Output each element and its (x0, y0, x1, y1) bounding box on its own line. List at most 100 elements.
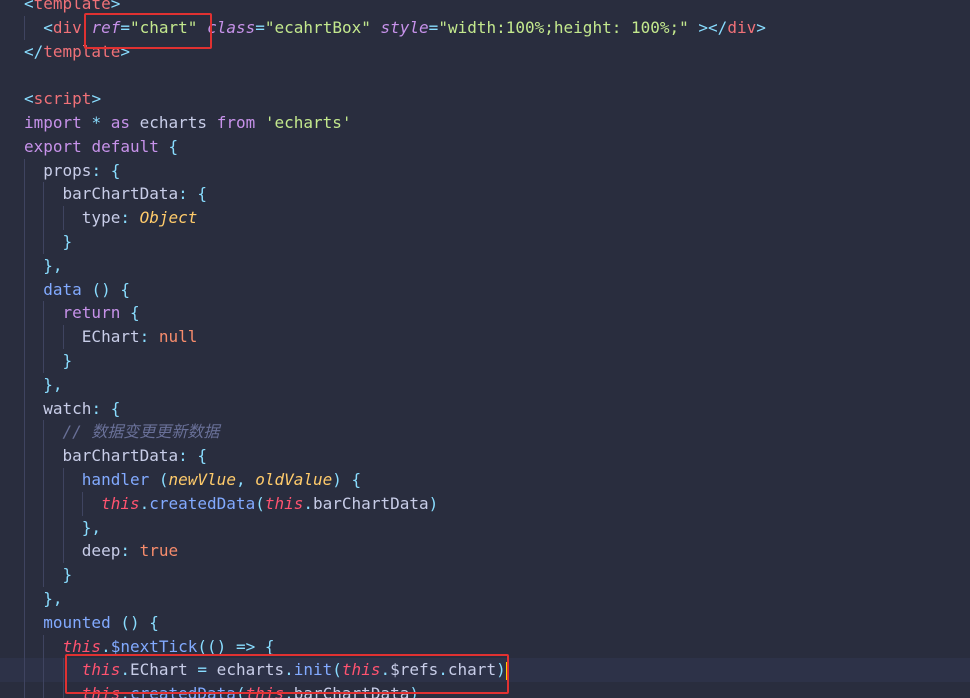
code-token: Object (139, 208, 198, 228)
code-line-content: } (0, 232, 73, 251)
code-line-content: watch: { (0, 399, 120, 418)
code-line[interactable]: // 数据变更更新数据 (0, 420, 970, 445)
code-editor[interactable]: <template> <div ref="chart" class="ecahr… (0, 0, 970, 698)
code-line-content: <div ref="chart" class="ecahrtBox" style… (0, 18, 766, 37)
code-token: ref (91, 17, 121, 37)
code-token: template (43, 41, 121, 61)
code-line-content: import * as echarts from 'echarts' (0, 113, 352, 132)
code-line[interactable]: props: { (0, 158, 970, 183)
code-token: this (341, 660, 381, 680)
code-token: barChartData (293, 684, 410, 698)
code-line[interactable]: type: Object (0, 206, 970, 230)
code-token: import (24, 112, 82, 132)
code-line[interactable]: }, (0, 253, 970, 278)
code-line-content: </template> (0, 42, 130, 61)
code-token: : (120, 541, 140, 561)
code-line-content: data () { (0, 280, 130, 299)
code-token: createdData (149, 493, 256, 513)
code-token: . (284, 660, 294, 680)
code-line-content: this.createdData(this.barChartData) (0, 684, 419, 698)
code-token: </ (24, 41, 44, 61)
code-line-content: }, (0, 375, 62, 394)
code-token: (() (197, 636, 236, 656)
code-token: : { (178, 446, 208, 466)
code-token: chart (447, 660, 497, 680)
code-token: "width:100%;height: 100%;" (438, 17, 689, 37)
code-line[interactable]: <script> (0, 87, 970, 111)
code-token: as (110, 112, 130, 132)
code-line[interactable]: <div ref="chart" class="ecahrtBox" style… (0, 15, 970, 40)
code-token: () { (91, 279, 130, 299)
code-token: script (33, 89, 92, 109)
code-token: newVlue (168, 469, 236, 489)
code-line[interactable]: </template> (0, 40, 970, 64)
code-token: barChartData (313, 493, 429, 513)
code-line[interactable] (0, 63, 970, 87)
code-line[interactable]: } (0, 348, 970, 373)
code-line[interactable]: }, (0, 586, 970, 611)
code-line-content (0, 65, 24, 84)
code-token: }, (43, 588, 63, 608)
code-token: "chart" (130, 17, 198, 37)
code-line[interactable]: EChart: null (0, 325, 970, 349)
code-line[interactable]: }, (0, 515, 970, 540)
code-line[interactable]: barChartData: { (0, 444, 970, 468)
code-token: . (438, 660, 448, 680)
code-token: "ecahrtBox" (264, 17, 371, 37)
code-line[interactable]: mounted () { (0, 610, 970, 635)
code-token: : { (178, 184, 208, 204)
code-line[interactable]: this.createdData(this.barChartData) (0, 682, 970, 698)
code-token: this (101, 493, 140, 513)
code-line[interactable]: handler (newVlue, oldValue) { (0, 467, 970, 492)
code-token: < (43, 17, 53, 37)
code-line[interactable]: <template> (0, 0, 970, 16)
code-line[interactable]: data () { (0, 277, 970, 302)
code-line[interactable]: this.createdData(this.barChartData) (0, 491, 970, 516)
code-line[interactable]: return { (0, 301, 970, 326)
code-line[interactable]: this.$nextTick(() => { (0, 634, 970, 659)
code-line[interactable]: barChartData: { (0, 182, 970, 207)
code-line[interactable]: } (0, 229, 970, 254)
code-line-content: } (0, 351, 73, 370)
code-token: ) (409, 684, 419, 698)
code-line-content: deep: true (0, 541, 178, 560)
code-line[interactable]: }, (0, 372, 970, 397)
code-line[interactable]: watch: { (0, 396, 970, 421)
code-token: EChart (129, 660, 198, 680)
code-line-content: handler (newVlue, oldValue) { (0, 470, 361, 489)
code-token: ( (158, 469, 169, 489)
code-token: // 数据变更更新数据 (62, 422, 220, 442)
code-token: default (91, 136, 159, 156)
code-token: ) { (332, 469, 362, 489)
code-token: props (43, 160, 92, 180)
code-token: . (101, 636, 111, 656)
code-line-content: type: Object (0, 208, 198, 228)
code-token: * (91, 112, 102, 132)
code-token: div (727, 17, 757, 37)
code-line[interactable]: this.EChart = echarts.init(this.$refs.ch… (0, 658, 970, 683)
code-token: . (303, 493, 314, 513)
code-token: : { (91, 160, 121, 180)
code-line-content: }, (0, 518, 101, 537)
code-line[interactable]: export default { (0, 135, 970, 159)
code-line[interactable]: import * as echarts from 'echarts' (0, 111, 970, 135)
code-token: barChartData (62, 184, 179, 204)
code-token: echarts (129, 112, 217, 132)
code-line[interactable]: deep: true (0, 539, 970, 564)
code-line[interactable]: } (0, 563, 970, 587)
